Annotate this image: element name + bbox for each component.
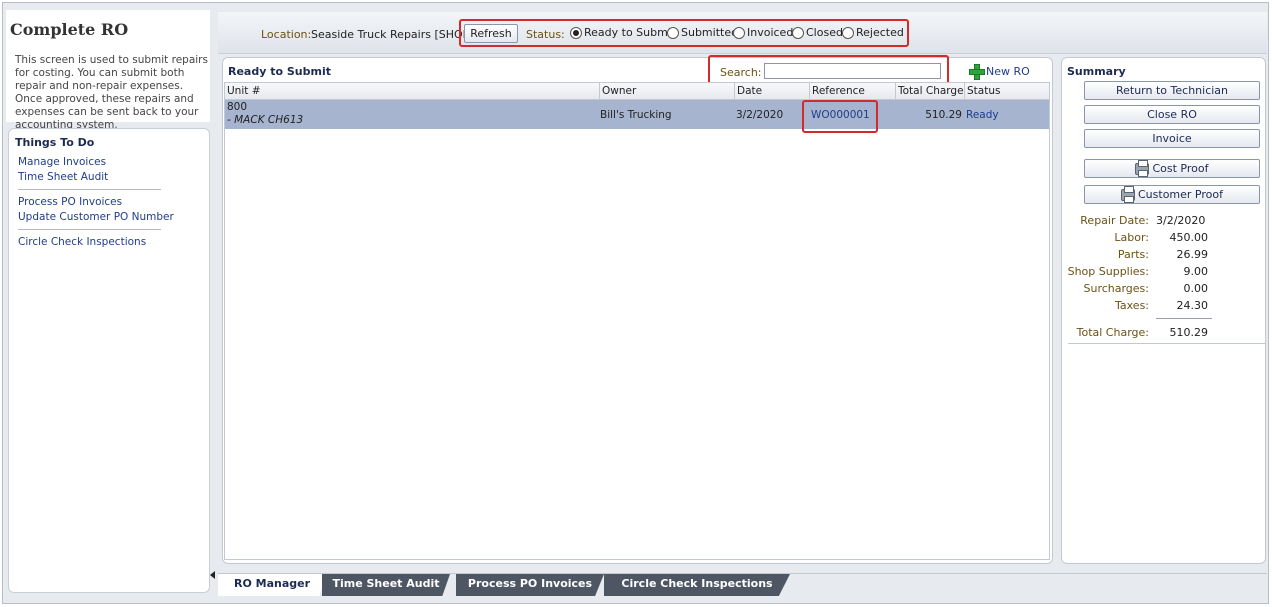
column-unit[interactable]: Unit # [225, 83, 600, 100]
left-panel: Complete RO This screen is used to submi… [6, 10, 210, 593]
cell-reference-link[interactable]: WO000001 [811, 109, 870, 121]
radio-icon [667, 26, 679, 39]
shop-supplies-label: Shop Supplies: [1067, 265, 1149, 278]
divider [18, 229, 161, 230]
status-radio-rejected[interactable]: Rejected [842, 26, 904, 39]
link-process-po-invoices[interactable]: Process PO Invoices [18, 196, 122, 208]
column-date[interactable]: Date [735, 83, 810, 100]
column-owner[interactable]: Owner [600, 83, 735, 100]
summary-panel: Summary Return to Technician Close RO In… [1061, 57, 1266, 564]
summary-title: Summary [1067, 65, 1126, 78]
things-to-do-panel: Things To Do Manage Invoices Time Sheet … [8, 128, 210, 593]
invoice-button[interactable]: Invoice [1084, 129, 1260, 148]
plus-icon [969, 64, 985, 80]
surcharges-value: 0.00 [1183, 282, 1209, 295]
column-status[interactable]: Status [965, 83, 1049, 100]
cell-owner: Bill's Trucking [600, 109, 672, 121]
page-description: This screen is used to submit repairs fo… [15, 54, 208, 131]
summary-divider [1068, 343, 1266, 344]
taxes-label: Taxes: [1114, 299, 1149, 312]
close-ro-button[interactable]: Close RO [1084, 105, 1260, 124]
column-reference[interactable]: Reference [810, 83, 896, 100]
search-input[interactable] [764, 63, 941, 79]
link-time-sheet-audit[interactable]: Time Sheet Audit [18, 171, 108, 183]
tab-time-sheet-audit[interactable]: Time Sheet Audit [322, 574, 450, 596]
repair-date-label: Repair Date: [1080, 214, 1149, 227]
things-to-do-title: Things To Do [15, 136, 95, 149]
status-radio-invoiced[interactable]: Invoiced [733, 26, 793, 39]
tab-process-po-invoices[interactable]: Process PO Invoices [456, 574, 604, 596]
cell-unit: 800 [227, 101, 248, 113]
table-row[interactable]: 800 - MACK CH613 Bill's Trucking 3/2/202… [225, 100, 1049, 129]
refresh-button[interactable]: Refresh [464, 24, 518, 43]
tab-ro-manager[interactable]: RO Manager [218, 574, 326, 596]
page-title: Complete RO [10, 20, 129, 39]
return-to-technician-button[interactable]: Return to Technician [1084, 81, 1260, 100]
collapse-left-arrow-icon[interactable] [210, 571, 215, 579]
cell-date: 3/2/2020 [736, 109, 784, 121]
parts-label: Parts: [1117, 248, 1149, 261]
labor-label: Labor: [1114, 231, 1149, 244]
taxes-value: 24.30 [1176, 299, 1209, 312]
bottom-tab-bar: RO Manager Time Sheet Audit Process PO I… [218, 573, 1267, 596]
cell-total-charge: 510.29 [925, 109, 962, 121]
link-circle-check-inspections[interactable]: Circle Check Inspections [18, 236, 146, 248]
search-label: Search: [720, 66, 762, 79]
total-charge-label: Total Charge: [1076, 326, 1149, 339]
status-label: Status: [526, 28, 565, 41]
radio-icon [792, 26, 804, 39]
ro-table: Unit # Owner Date Reference Total Charge… [224, 82, 1050, 560]
new-ro-button[interactable]: New RO [969, 64, 1030, 80]
cell-status: Ready [966, 109, 999, 121]
toolbar: Location: Seaside Truck Repairs [SHOP] R… [218, 12, 1267, 54]
labor-value: 450.00 [1169, 231, 1209, 244]
parts-value: 26.99 [1176, 248, 1209, 261]
table-header: Unit # Owner Date Reference Total Charge… [225, 83, 1049, 100]
surcharges-label: Surcharges: [1083, 282, 1149, 295]
column-total-charge[interactable]: Total Charge [896, 83, 965, 100]
cell-unit-model: - MACK CH613 [227, 114, 304, 126]
link-update-customer-po-number[interactable]: Update Customer PO Number [18, 211, 174, 223]
link-manage-invoices[interactable]: Manage Invoices [18, 156, 106, 168]
ro-grid-panel: Ready to Submit Search: New RO Unit # Ow… [222, 55, 1053, 564]
status-radio-closed[interactable]: Closed [792, 26, 843, 39]
divider [18, 189, 161, 190]
location-value: Seaside Truck Repairs [SHOP] [311, 28, 474, 41]
subtotal-divider [1156, 318, 1212, 319]
location-label: Location: [261, 28, 312, 41]
grid-title: Ready to Submit [228, 65, 331, 78]
status-radio-ready-to-submit[interactable]: Ready to Submit [570, 26, 675, 39]
page-header: Complete RO This screen is used to submi… [6, 10, 210, 131]
printer-icon [1121, 185, 1135, 203]
total-charge-value: 510.29 [1169, 326, 1209, 339]
radio-icon [733, 26, 745, 39]
radio-icon [842, 26, 854, 39]
customer-proof-button[interactable]: Customer Proof [1084, 185, 1260, 204]
shop-supplies-value: 9.00 [1183, 265, 1209, 278]
repair-date-value: 3/2/2020 [1156, 214, 1206, 227]
radio-selected-icon [570, 26, 582, 39]
tab-circle-check-inspections[interactable]: Circle Check Inspections [604, 574, 790, 596]
cost-proof-button[interactable]: Cost Proof [1084, 159, 1260, 178]
status-radio-submitted[interactable]: Submitted [667, 26, 738, 39]
printer-icon [1135, 159, 1150, 177]
